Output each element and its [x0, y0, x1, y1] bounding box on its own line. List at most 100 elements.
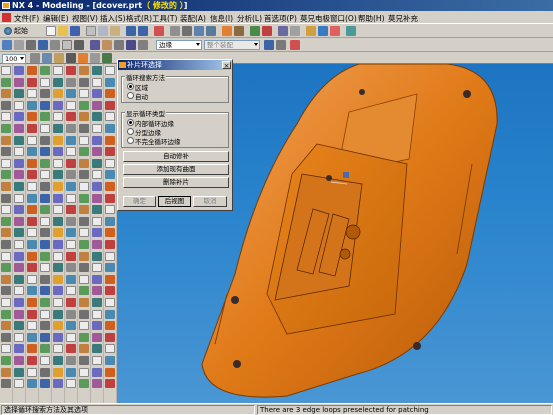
menu-assembly[interactable]: 装配(A): [180, 13, 206, 24]
tool-icon[interactable]: [14, 216, 24, 226]
tool-icon[interactable]: [27, 356, 37, 365]
radio-auto[interactable]: 自动: [127, 91, 148, 101]
tool-icon[interactable]: [105, 332, 115, 342]
tool-icon[interactable]: [14, 135, 24, 145]
tool-icon[interactable]: [40, 89, 50, 99]
tool-icon[interactable]: [27, 298, 37, 307]
tool-icon[interactable]: [105, 309, 115, 319]
tool-icon[interactable]: [79, 124, 89, 133]
tool-icon[interactable]: [14, 274, 24, 284]
section-icon[interactable]: [290, 26, 300, 36]
cylinder-icon[interactable]: [74, 40, 84, 50]
tool-icon[interactable]: [53, 170, 63, 180]
menu-insert[interactable]: 插入(S): [100, 13, 126, 24]
delete-patch-button[interactable]: 删除补片: [123, 177, 229, 188]
tool-icon[interactable]: [92, 251, 102, 261]
tool-icon[interactable]: [1, 170, 11, 180]
filter-icon[interactable]: [276, 40, 286, 50]
tool-icon[interactable]: [105, 100, 115, 110]
tool-icon[interactable]: [14, 332, 24, 342]
tool-icon[interactable]: [92, 286, 102, 296]
tool-icon[interactable]: [1, 193, 11, 203]
tool-icon[interactable]: [27, 379, 37, 389]
tool-icon[interactable]: [105, 147, 115, 157]
tool-icon[interactable]: [92, 193, 102, 203]
tool-icon[interactable]: [14, 298, 24, 307]
point-icon[interactable]: [14, 40, 24, 50]
tool-icon[interactable]: [40, 112, 50, 122]
tool-icon[interactable]: [53, 298, 63, 307]
tool-icon[interactable]: [105, 216, 115, 226]
ok-button[interactable]: 确定: [123, 196, 156, 207]
shaded-view-icon[interactable]: [222, 26, 232, 36]
mold-icon[interactable]: [330, 26, 340, 36]
tool-icon[interactable]: [27, 367, 37, 377]
tool-icon[interactable]: [105, 158, 115, 168]
tool-icon[interactable]: [1, 251, 11, 261]
tool-icon[interactable]: [66, 193, 76, 203]
assembly-scope-select[interactable]: 整个装配: [204, 40, 260, 50]
cancel-button[interactable]: 取消: [193, 196, 227, 207]
tool-icon[interactable]: [92, 356, 102, 365]
line-icon[interactable]: [26, 40, 36, 50]
tool-icon[interactable]: [66, 100, 76, 110]
tool-icon[interactable]: [92, 147, 102, 157]
sketch-icon[interactable]: [50, 40, 60, 50]
layer-icon[interactable]: [250, 26, 260, 36]
tool-icon[interactable]: [66, 135, 76, 145]
tool-icon[interactable]: [53, 147, 63, 157]
tool-icon[interactable]: [105, 89, 115, 99]
tool-icon[interactable]: [40, 332, 50, 342]
tool-icon[interactable]: [92, 321, 102, 331]
tool-icon[interactable]: [27, 321, 37, 331]
tool-icon[interactable]: [66, 332, 76, 342]
tool-icon[interactable]: [1, 321, 11, 331]
tool-icon[interactable]: [14, 205, 24, 215]
tool-icon[interactable]: [92, 135, 102, 145]
tool-icon[interactable]: [14, 100, 24, 110]
tool-icon[interactable]: [1, 89, 11, 99]
tool-icon[interactable]: [92, 228, 102, 238]
tool-icon[interactable]: [53, 182, 63, 191]
tool-icon[interactable]: [105, 77, 115, 87]
tool-icon[interactable]: [40, 182, 50, 191]
tool-icon[interactable]: [105, 367, 115, 377]
tool-icon[interactable]: [40, 240, 50, 249]
tool-icon[interactable]: [27, 77, 37, 87]
save-icon[interactable]: [70, 26, 80, 36]
back-button[interactable]: 后视图: [158, 196, 191, 207]
tool-icon[interactable]: [1, 240, 11, 249]
tool-icon[interactable]: [79, 321, 89, 331]
tool-icon[interactable]: [79, 135, 89, 145]
wireframe-icon[interactable]: [234, 26, 244, 36]
tool-icon[interactable]: [1, 182, 11, 191]
tool-icon[interactable]: [66, 356, 76, 365]
tool-icon[interactable]: [53, 193, 63, 203]
tool-icon[interactable]: [53, 205, 63, 215]
tool-icon[interactable]: [27, 170, 37, 180]
tool-icon[interactable]: [40, 193, 50, 203]
tool-icon[interactable]: [14, 240, 24, 249]
tool-icon[interactable]: [105, 344, 115, 354]
tool-icon[interactable]: [79, 286, 89, 296]
menu-electrode[interactable]: 莫兄电极: [300, 13, 330, 24]
tool-icon[interactable]: [1, 274, 11, 284]
tool-icon[interactable]: [79, 112, 89, 122]
snap-point-icon[interactable]: [264, 40, 274, 50]
view-right-icon[interactable]: [66, 53, 76, 63]
render-icon[interactable]: [78, 53, 88, 63]
tool-icon[interactable]: [53, 216, 63, 226]
tool-icon[interactable]: [92, 344, 102, 354]
tool-icon[interactable]: [40, 100, 50, 110]
tool-icon[interactable]: [14, 263, 24, 273]
tool-icon[interactable]: [53, 135, 63, 145]
menu-tools[interactable]: 工具(T): [152, 13, 177, 24]
tool-icon[interactable]: [53, 309, 63, 319]
measure-icon[interactable]: [306, 26, 316, 36]
tool-icon[interactable]: [27, 182, 37, 191]
tool-icon[interactable]: [14, 228, 24, 238]
tool-icon[interactable]: [40, 66, 50, 75]
tool-icon[interactable]: [66, 216, 76, 226]
tool-icon[interactable]: [66, 321, 76, 331]
tool-icon[interactable]: [105, 321, 115, 331]
